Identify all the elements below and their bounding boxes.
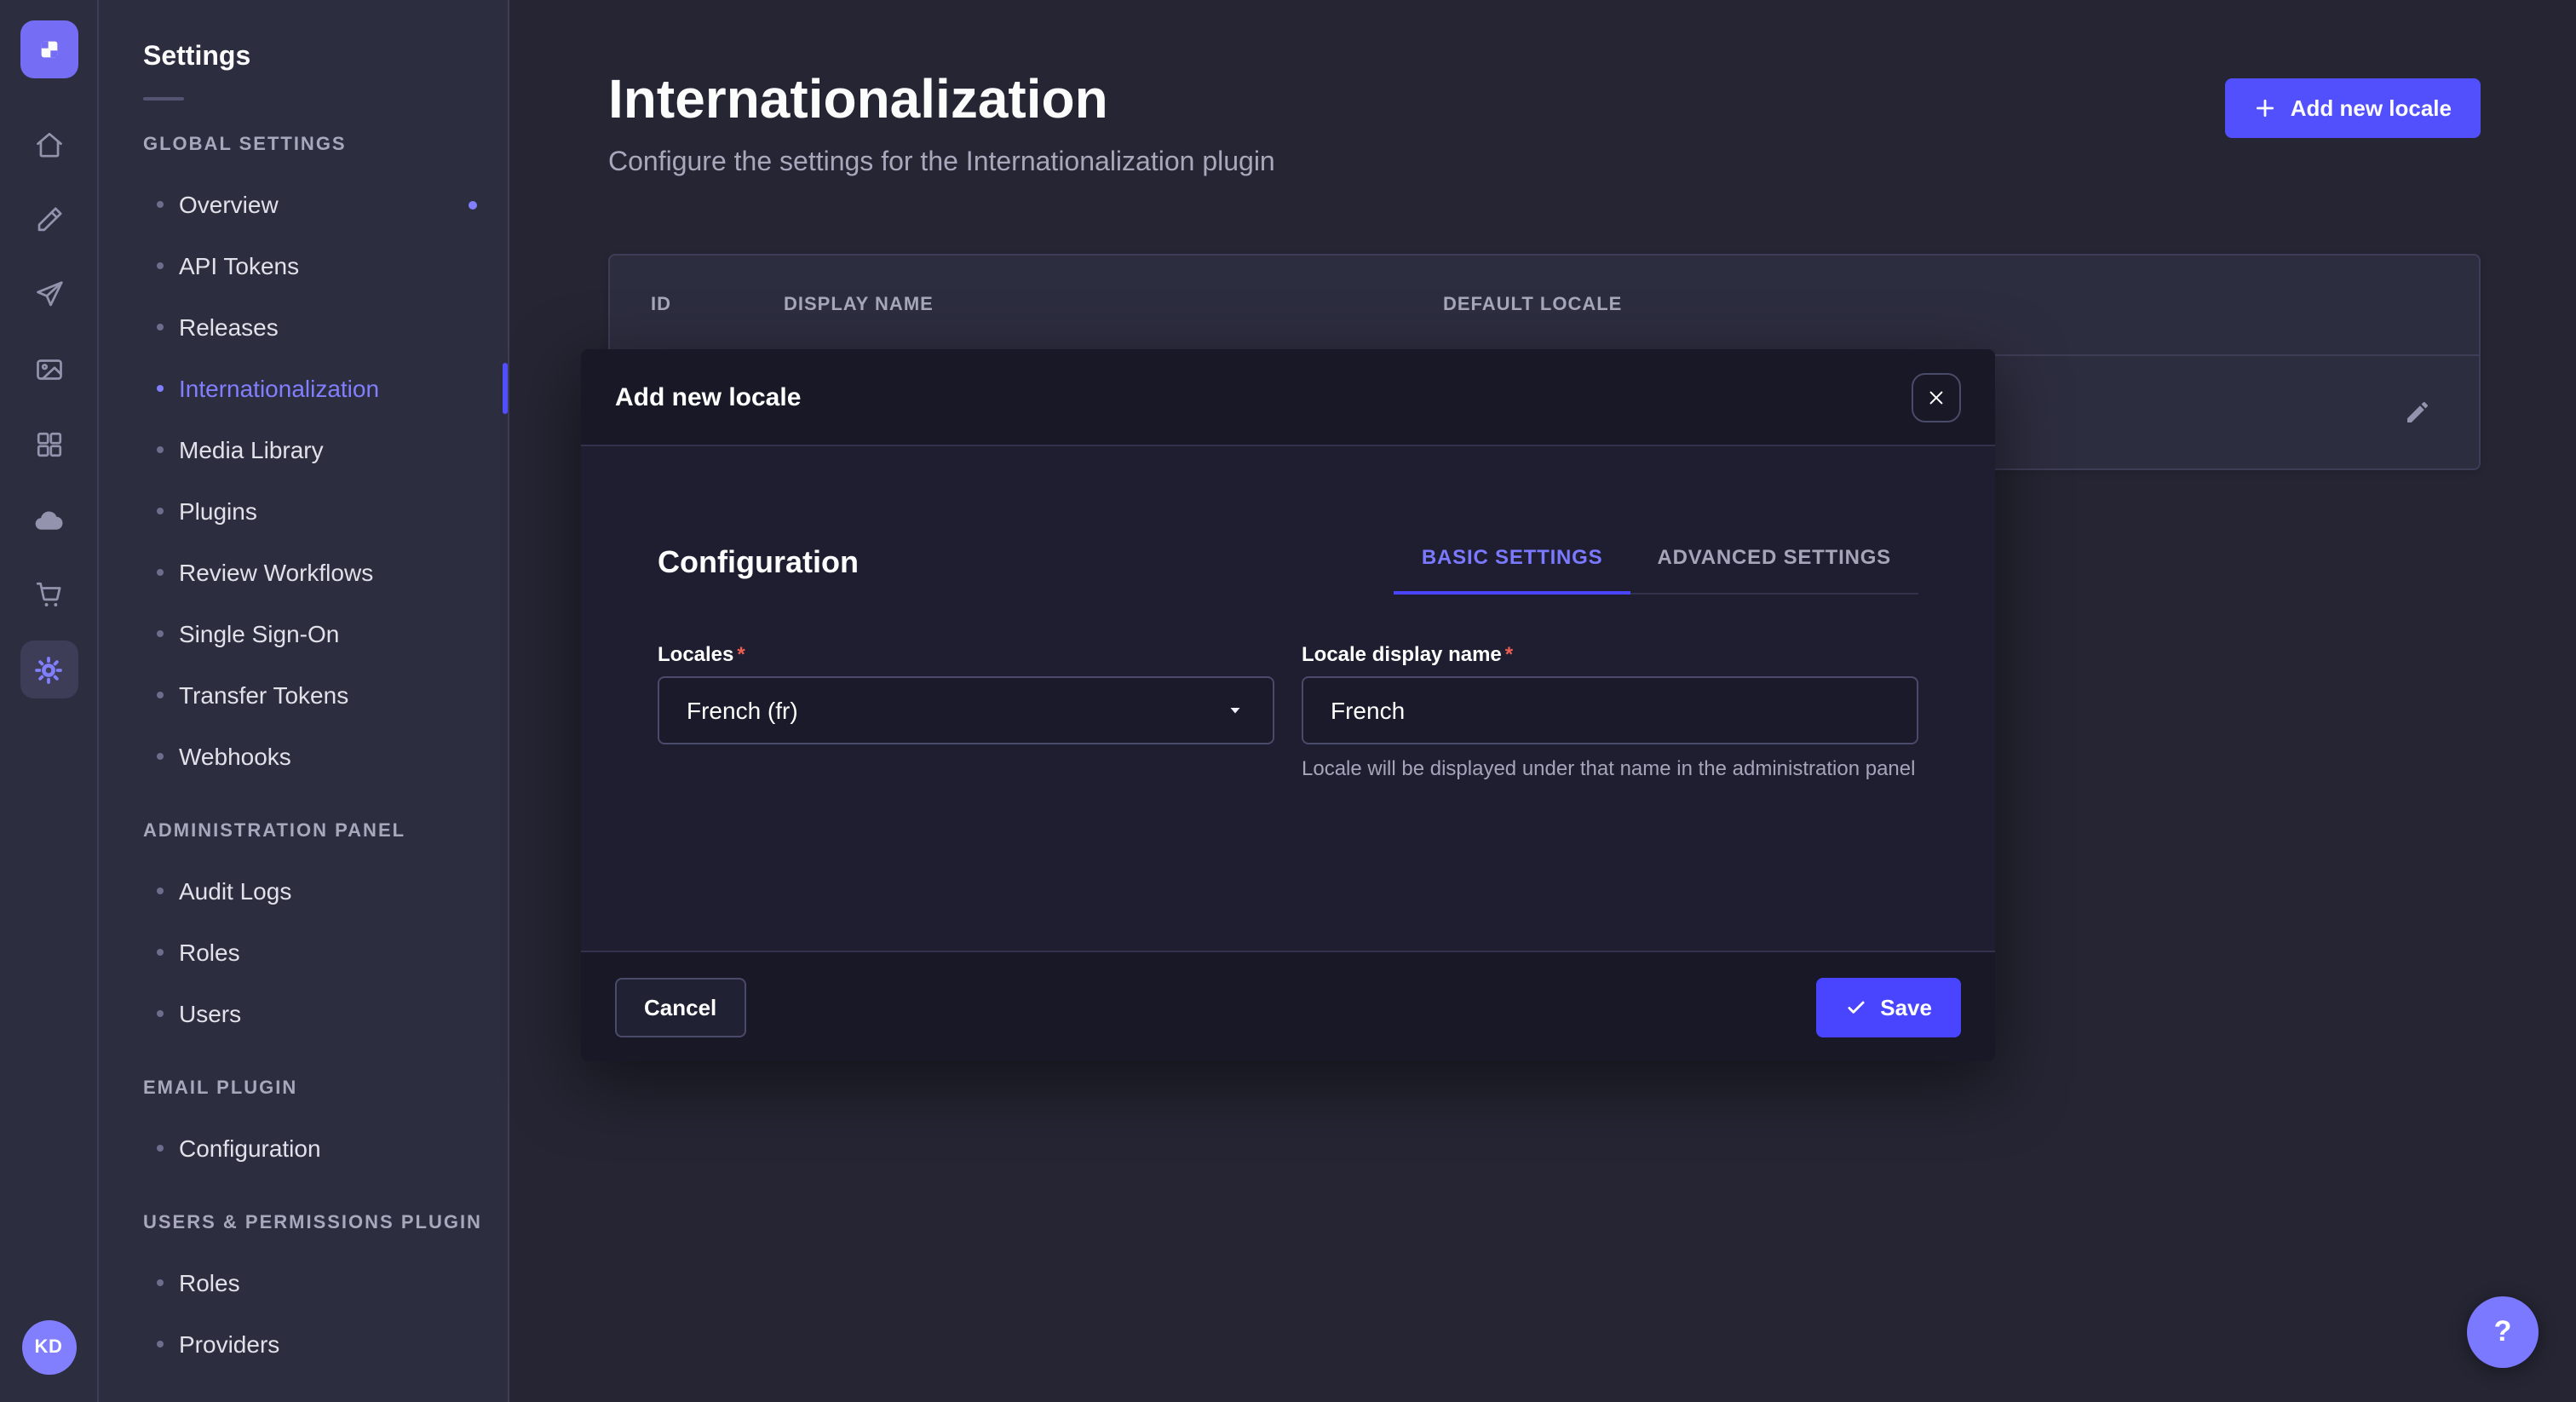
locale-form: Locales* French (fr) Locale display name… <box>658 642 1918 784</box>
configuration-title: Configuration <box>658 545 859 581</box>
save-button[interactable]: Save <box>1815 977 1961 1037</box>
required-asterisk: * <box>737 642 745 666</box>
settings-tabs: BASIC SETTINGS ADVANCED SETTINGS <box>1394 528 1918 595</box>
required-asterisk: * <box>1505 642 1513 666</box>
display-name-field: Locale display name* Locale will be disp… <box>1302 642 1918 784</box>
locales-select-value: French (fr) <box>687 697 798 724</box>
display-name-label: Locale display name* <box>1302 642 1918 666</box>
help-button[interactable]: ? <box>2467 1296 2539 1368</box>
add-locale-modal: Add new locale Configuration BASIC SETTI… <box>581 349 1995 1061</box>
modal-header: Add new locale <box>581 349 1995 446</box>
close-icon[interactable] <box>1912 372 1961 422</box>
save-label: Save <box>1880 994 1932 1020</box>
configuration-row: Configuration BASIC SETTINGS ADVANCED SE… <box>658 528 1918 595</box>
display-name-input[interactable] <box>1302 676 1918 744</box>
modal-body: Configuration BASIC SETTINGS ADVANCED SE… <box>581 446 1995 951</box>
check-icon <box>1844 996 1866 1018</box>
tab-basic-settings[interactable]: BASIC SETTINGS <box>1394 528 1630 593</box>
tab-advanced-settings[interactable]: ADVANCED SETTINGS <box>1630 528 1918 593</box>
modal-title: Add new locale <box>615 382 801 411</box>
chevron-down-icon <box>1225 700 1245 721</box>
locales-label: Locales* <box>658 642 1274 666</box>
locales-select[interactable]: French (fr) <box>658 676 1274 744</box>
modal-footer: Cancel Save <box>581 951 1995 1061</box>
app-window: KD Settings GLOBAL SETTINGS Overview API… <box>0 0 2576 1402</box>
display-name-hint: Locale will be displayed under that name… <box>1302 755 1918 784</box>
locales-field: Locales* French (fr) <box>658 642 1274 784</box>
cancel-button[interactable]: Cancel <box>615 977 745 1037</box>
